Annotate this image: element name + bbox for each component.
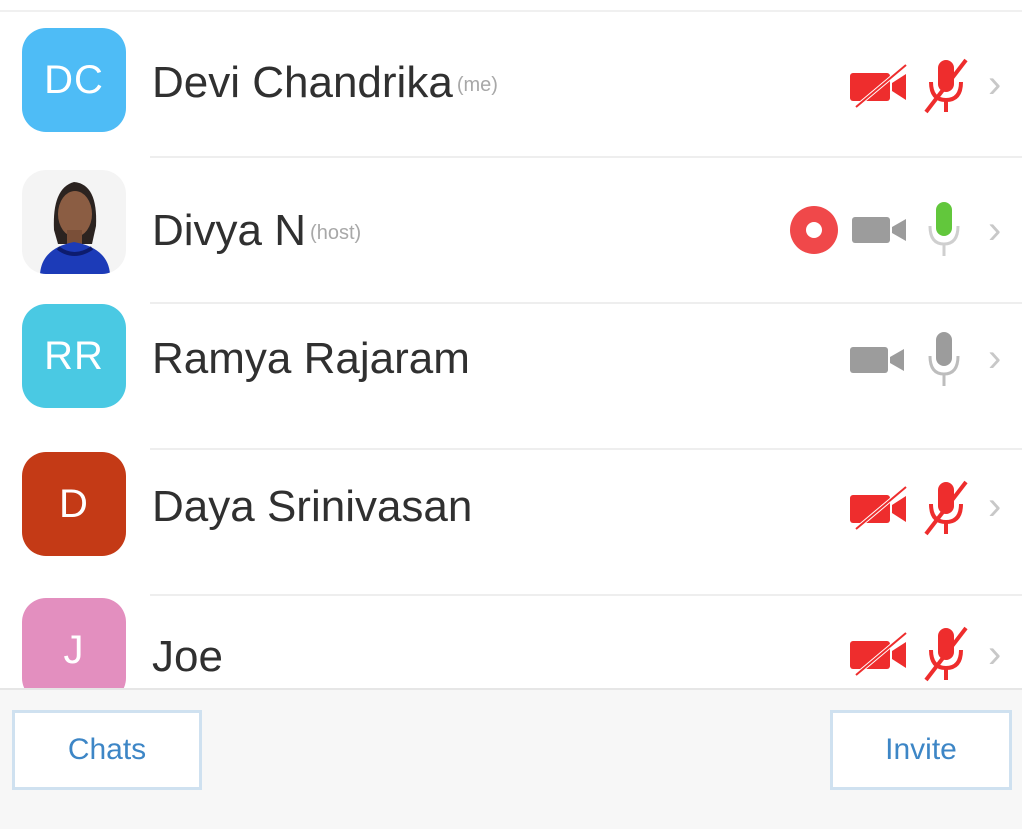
microphone-muted-icon bbox=[924, 626, 968, 682]
invite-button[interactable]: Invite bbox=[830, 710, 1012, 790]
me-tag: (me) bbox=[456, 73, 498, 96]
participant-row-ramya-rajaram[interactable]: RR Ramya Rajaram › bbox=[0, 304, 1022, 450]
participant-name: Joe bbox=[152, 632, 223, 682]
participant-name-text: Divya N bbox=[152, 206, 307, 255]
video-on-icon bbox=[852, 217, 906, 243]
video-on-icon bbox=[850, 347, 904, 373]
participant-name: Daya Srinivasan bbox=[152, 482, 472, 532]
status-icons bbox=[848, 328, 966, 392]
microphone-muted-icon bbox=[924, 480, 968, 536]
recording-icon bbox=[790, 206, 838, 254]
avatar: D bbox=[22, 452, 126, 556]
microphone-muted-icon bbox=[924, 58, 968, 114]
avatar-photo bbox=[22, 170, 126, 274]
participant-name-text: Joe bbox=[152, 632, 223, 681]
video-off-icon bbox=[850, 63, 908, 109]
microphone-icon bbox=[928, 332, 960, 386]
status-icons bbox=[788, 198, 966, 262]
person-photo-icon bbox=[22, 170, 126, 274]
participant-name-text: Ramya Rajaram bbox=[152, 334, 470, 383]
participant-name-text: Daya Srinivasan bbox=[152, 482, 473, 531]
participant-name: Devi Chandrika (me) bbox=[152, 58, 498, 108]
avatar: DC bbox=[22, 28, 126, 132]
video-off-icon bbox=[850, 485, 908, 531]
status-icons bbox=[848, 56, 972, 116]
chevron-right-icon[interactable]: › bbox=[988, 336, 1001, 381]
participant-row-divya-n[interactable]: Divya N (host) › bbox=[0, 158, 1022, 304]
participant-name: Divya N (host) bbox=[152, 206, 361, 256]
avatar: J bbox=[22, 598, 126, 688]
participant-row-devi-chandrika[interactable]: DC Devi Chandrika (me) › bbox=[0, 12, 1022, 158]
chevron-right-icon[interactable]: › bbox=[988, 62, 1001, 107]
chevron-right-icon[interactable]: › bbox=[988, 632, 1001, 677]
status-icons bbox=[848, 478, 972, 538]
participant-name: Ramya Rajaram bbox=[152, 334, 470, 384]
participant-row-joe[interactable]: J Joe › bbox=[0, 596, 1022, 688]
participant-name-text: Devi Chandrika bbox=[152, 58, 453, 107]
chats-button[interactable]: Chats bbox=[12, 710, 202, 790]
host-tag: (host) bbox=[310, 221, 362, 244]
chevron-right-icon[interactable]: › bbox=[988, 208, 1001, 253]
status-icons bbox=[848, 624, 972, 684]
participant-row-daya-srinivasan[interactable]: D Daya Srinivasan › bbox=[0, 450, 1022, 596]
video-off-icon bbox=[850, 631, 908, 677]
participant-list[interactable]: DC Devi Chandrika (me) › Divya N (host) … bbox=[0, 12, 1022, 688]
microphone-speaking-icon bbox=[928, 202, 960, 256]
avatar: RR bbox=[22, 304, 126, 408]
chevron-right-icon[interactable]: › bbox=[988, 484, 1001, 529]
bottom-toolbar: Chats Invite bbox=[0, 688, 1022, 829]
